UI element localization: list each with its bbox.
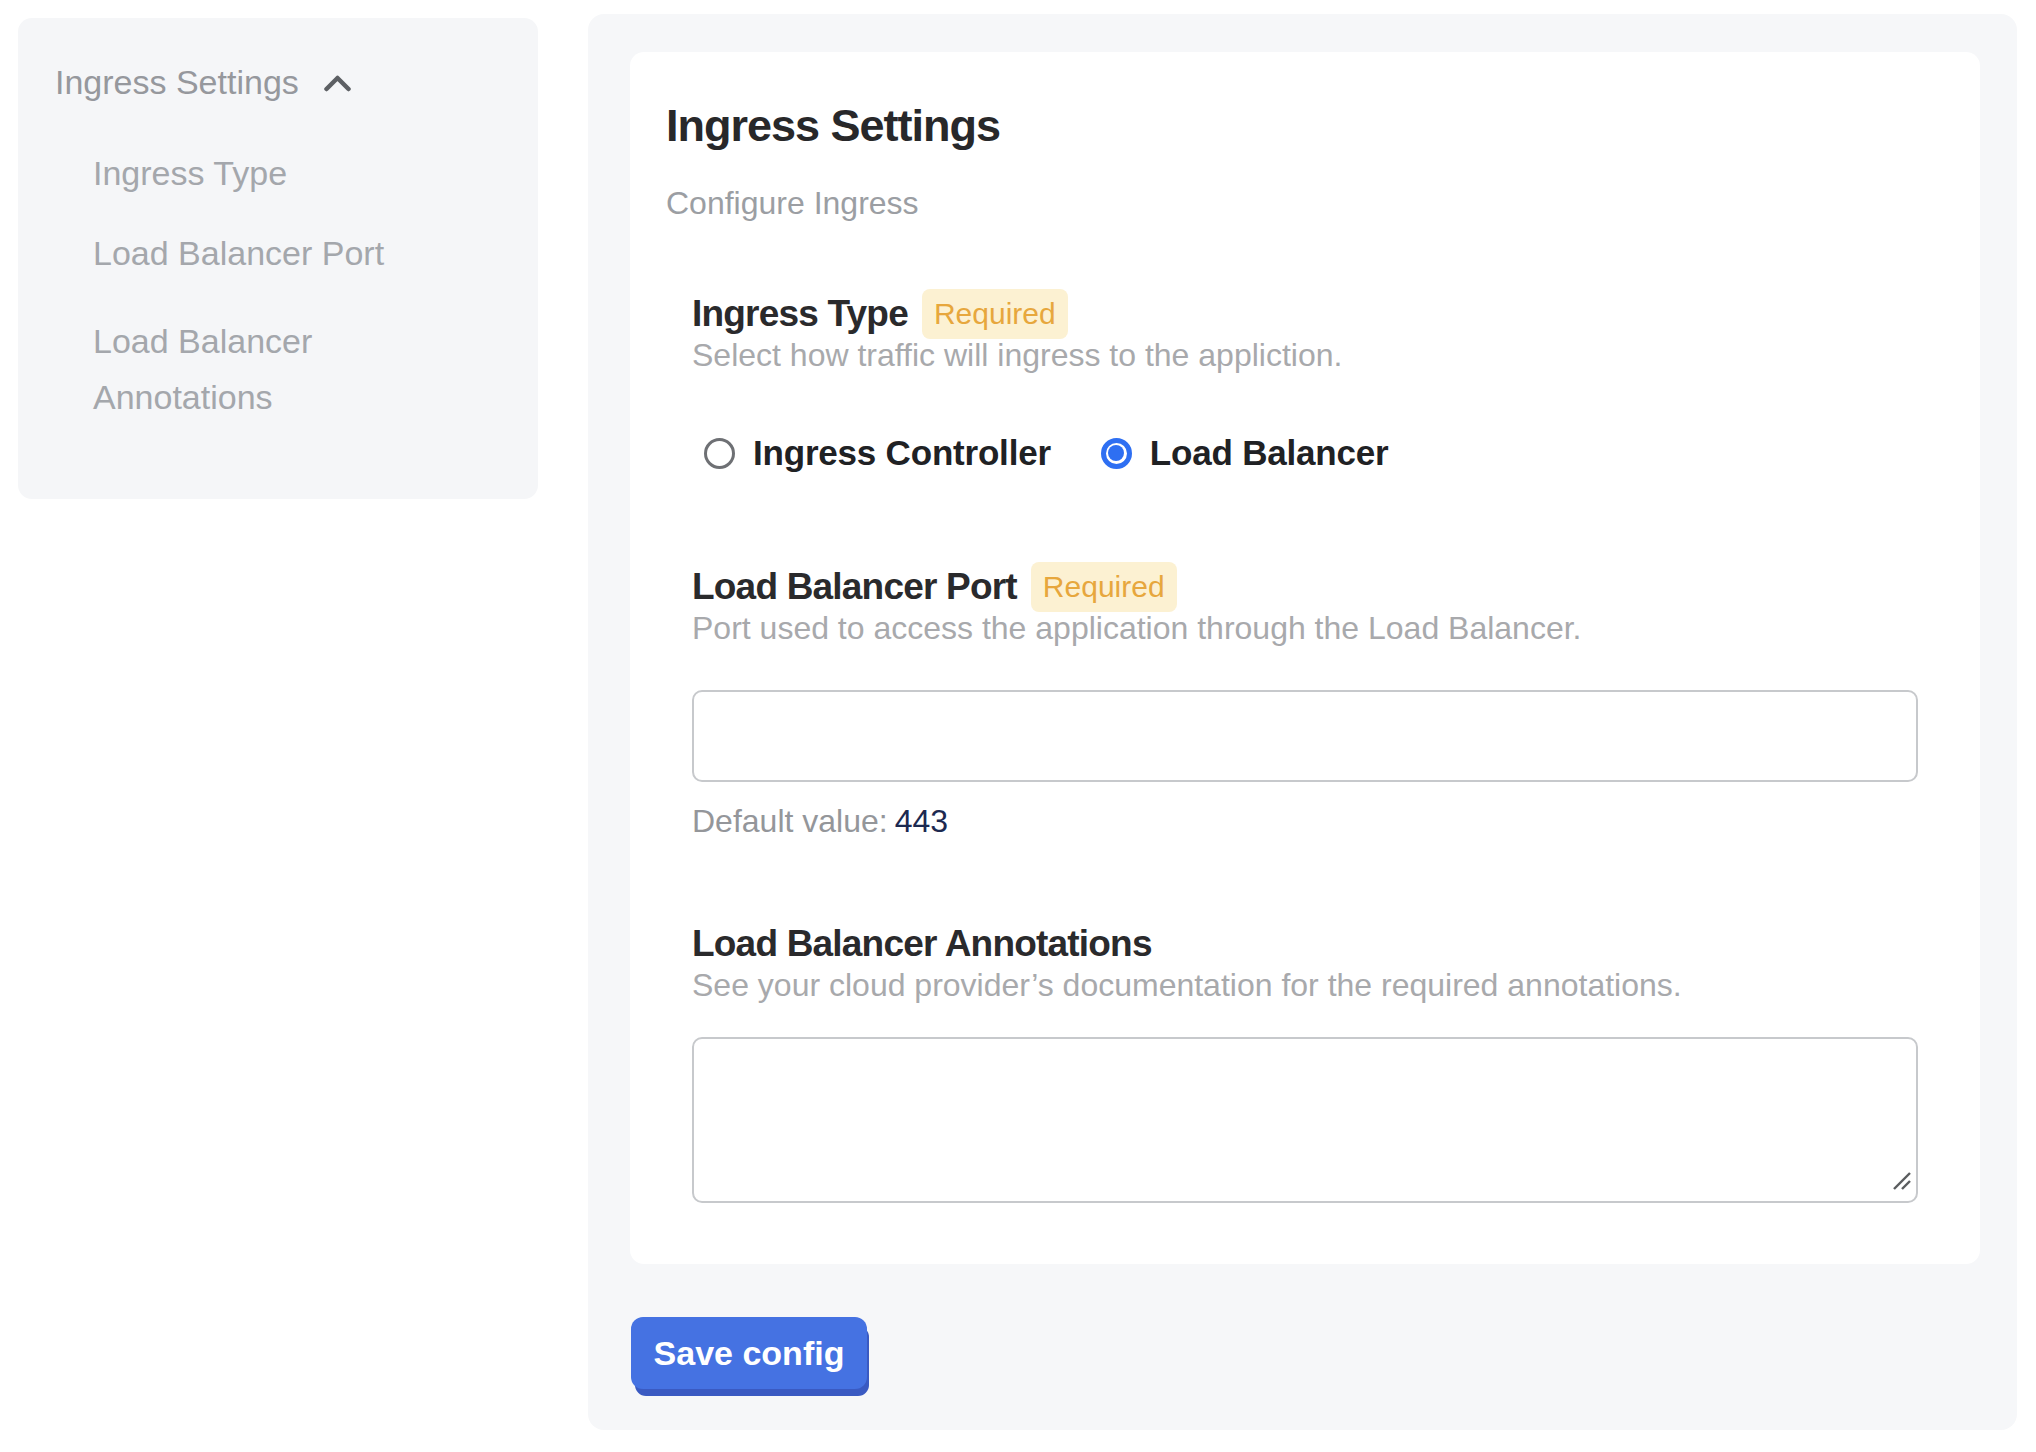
lb-annotations-description: See your cloud provider’s documentation …	[692, 964, 1944, 1006]
sidebar-item-label: Ingress Settings	[55, 62, 299, 102]
radio-option-ingress-controller[interactable]: Ingress Controller	[704, 433, 1051, 473]
default-value-note: Default value:443	[692, 800, 1944, 842]
main-panel: Ingress Settings Configure Ingress Ingre…	[588, 14, 2017, 1430]
section-load-balancer-port: Load Balancer Port Required Port used to…	[692, 561, 1944, 842]
sidebar-item-load-balancer-annotations[interactable]: Load Balancer Annotations	[93, 313, 453, 425]
ingress-type-radio-group: Ingress Controller Load Balancer	[704, 429, 1944, 477]
radio-option-load-balancer[interactable]: Load Balancer	[1101, 433, 1389, 473]
ingress-settings-card: Ingress Settings Configure Ingress Ingre…	[630, 52, 1980, 1264]
ingress-type-description: Select how traffic will ingress to the a…	[692, 334, 1944, 376]
radio-checked-icon[interactable]	[1101, 438, 1132, 469]
resize-handle-icon[interactable]	[1890, 1169, 1912, 1195]
lb-annotations-textarea[interactable]	[692, 1037, 1918, 1203]
lb-annotations-label: Load Balancer Annotations	[692, 918, 1152, 970]
lb-port-description: Port used to access the application thro…	[692, 607, 1944, 649]
sidebar-item-ingress-type[interactable]: Ingress Type	[93, 153, 287, 193]
required-badge: Required	[922, 289, 1068, 339]
card-subtitle: Configure Ingress	[666, 183, 1944, 223]
sidebar-item-load-balancer-port[interactable]: Load Balancer Port	[93, 233, 384, 273]
default-value: 443	[895, 803, 948, 839]
save-config-button[interactable]: Save config	[631, 1317, 867, 1389]
ingress-type-label: Ingress Type	[692, 288, 908, 340]
required-badge: Required	[1031, 562, 1177, 612]
card-title: Ingress Settings	[666, 52, 1944, 152]
radio-label: Load Balancer	[1150, 433, 1389, 473]
lb-port-input[interactable]	[692, 690, 1918, 782]
radio-unchecked-icon[interactable]	[704, 438, 735, 469]
section-ingress-type: Ingress Type Required Select how traffic…	[692, 288, 1944, 477]
settings-nav-sidebar: Ingress Settings Ingress Type Load Balan…	[18, 18, 538, 499]
radio-label: Ingress Controller	[753, 433, 1051, 473]
section-load-balancer-annotations: Load Balancer Annotations See your cloud…	[692, 918, 1944, 1203]
chevron-up-icon	[324, 75, 351, 92]
lb-port-label: Load Balancer Port	[692, 561, 1017, 613]
sidebar-item-ingress-settings[interactable]: Ingress Settings	[55, 62, 351, 102]
